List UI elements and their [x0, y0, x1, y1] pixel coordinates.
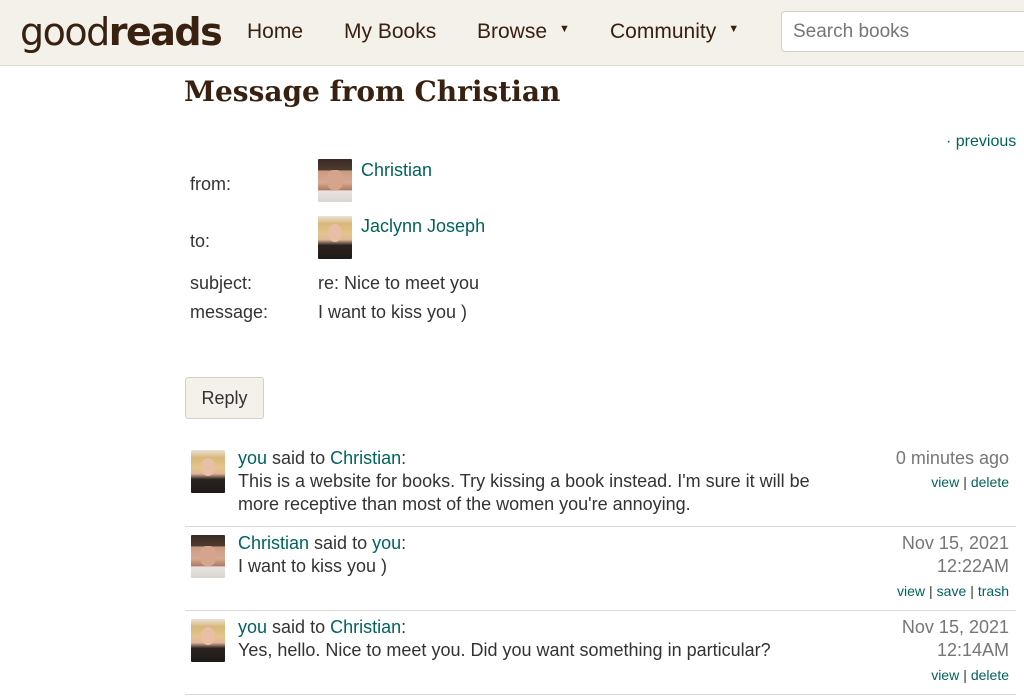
colon-text: :: [401, 448, 407, 468]
thread-timestamp: Nov 15, 2021 12:14AM: [849, 616, 1009, 662]
thread-actions: view | delete: [931, 667, 1009, 683]
avatar-you[interactable]: [191, 619, 225, 662]
avatar-christian[interactable]: [318, 159, 352, 202]
view-link[interactable]: view: [931, 474, 959, 490]
thread-header: you said to Christian:: [238, 616, 406, 639]
recipient-link[interactable]: Christian: [330, 617, 401, 637]
separator: |: [963, 667, 967, 683]
trash-link[interactable]: trash: [978, 583, 1009, 599]
said-to-text: said to: [272, 617, 326, 637]
nav-community-label: Community: [610, 20, 717, 43]
avatar-you[interactable]: [191, 450, 225, 493]
from-label: from:: [190, 174, 232, 194]
avatar-christian[interactable]: [191, 535, 225, 578]
separator: |: [963, 474, 967, 490]
thread-message: Christian said to you: I want to kiss yo…: [185, 532, 1016, 611]
thread-body: I want to kiss you ): [238, 556, 388, 576]
recipient-link[interactable]: Christian: [330, 448, 401, 468]
timestamp-line2: 12:22AM: [936, 556, 1009, 576]
thread-actions: view | save | trash: [897, 583, 1009, 599]
message-value: I want to kiss you ): [318, 302, 468, 322]
thread-timestamp: 0 minutes ago: [849, 447, 1009, 470]
to-name-link[interactable]: Jaclynn Joseph: [361, 215, 485, 237]
thread-timestamp: Nov 15, 2021 12:22AM: [849, 532, 1009, 578]
said-to-text: said to: [314, 533, 368, 553]
speaker-link[interactable]: you: [238, 448, 267, 468]
nav-home[interactable]: Home: [247, 19, 303, 45]
save-link[interactable]: save: [937, 583, 967, 599]
message-label: message:: [190, 302, 269, 322]
reply-button[interactable]: Reply: [185, 377, 264, 419]
goodreads-logo[interactable]: goodreads: [20, 10, 223, 54]
timestamp-line1: 0 minutes ago: [895, 448, 1009, 468]
thread-header: you said to Christian:: [238, 447, 406, 470]
separator: |: [970, 583, 974, 599]
recipient-link[interactable]: you: [372, 533, 401, 553]
delete-link[interactable]: delete: [971, 667, 1009, 683]
from-name-link[interactable]: Christian: [361, 159, 432, 181]
nav-browse-label: Browse: [477, 20, 548, 43]
delete-link[interactable]: delete: [971, 474, 1009, 490]
thread-body: This is a website for books. Try kissing…: [238, 471, 810, 514]
view-link[interactable]: view: [897, 583, 925, 599]
top-navigation-bar: goodreads Home My Books Browse ▼ Communit…: [0, 0, 1024, 66]
subject-value: re: Nice to meet you: [318, 273, 480, 293]
avatar-jaclynn[interactable]: [318, 216, 352, 259]
view-link[interactable]: view: [931, 667, 959, 683]
nav-browse[interactable]: Browse ▼: [477, 19, 570, 45]
previous-link[interactable]: · previous: [946, 132, 1016, 152]
timestamp-line1: Nov 15, 2021: [901, 617, 1009, 637]
page-title: Message from Christian: [184, 75, 561, 108]
caret-down-icon: ▼: [728, 23, 740, 36]
search-box: [781, 11, 1024, 52]
thread-message: you said to Christian: Yes, hello. Nice …: [185, 616, 1016, 695]
thread-message: you said to Christian: This is a website…: [185, 447, 1016, 527]
speaker-link[interactable]: you: [238, 617, 267, 637]
colon-text: :: [401, 617, 407, 637]
nav-my-books[interactable]: My Books: [344, 19, 436, 45]
caret-down-icon: ▼: [559, 23, 570, 36]
thread-body: Yes, hello. Nice to meet you. Did you wa…: [238, 640, 771, 660]
to-label: to:: [190, 231, 211, 251]
colon-text: :: [401, 533, 407, 553]
thread-header: Christian said to you:: [238, 532, 406, 555]
separator: |: [929, 583, 933, 599]
speaker-link[interactable]: Christian: [238, 533, 309, 553]
search-input[interactable]: [782, 12, 1024, 51]
timestamp-line2: 12:14AM: [936, 640, 1009, 660]
subject-label: subject:: [190, 273, 253, 293]
thread-actions: view | delete: [931, 474, 1009, 490]
nav-community[interactable]: Community ▼: [610, 19, 739, 45]
timestamp-line1: Nov 15, 2021: [901, 533, 1009, 553]
logo-text-good: good: [20, 10, 110, 54]
said-to-text: said to: [272, 448, 326, 468]
logo-text-reads: reads: [108, 10, 223, 54]
